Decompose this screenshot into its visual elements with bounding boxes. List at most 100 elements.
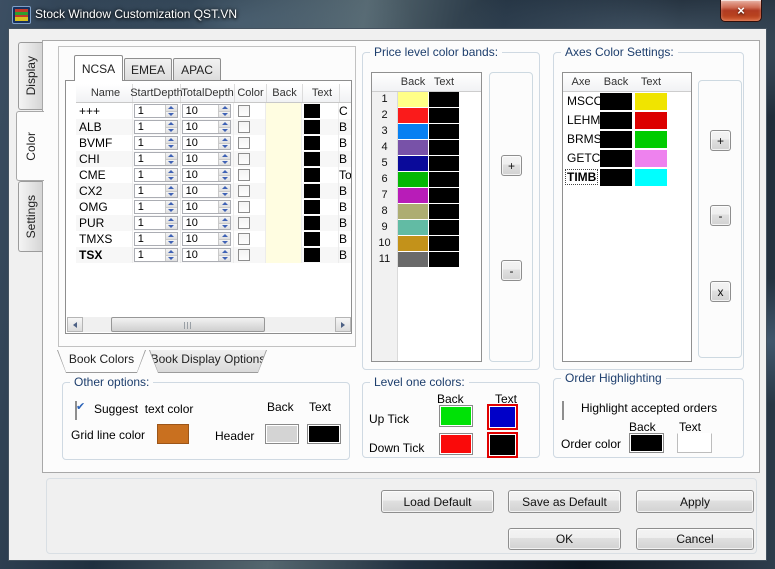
color-checkbox[interactable] bbox=[238, 217, 251, 229]
color-checkbox[interactable] bbox=[238, 185, 251, 197]
color-checkbox[interactable] bbox=[238, 201, 251, 213]
startdepth-value[interactable]: 1 bbox=[135, 105, 165, 117]
color-checkbox[interactable] bbox=[238, 153, 251, 165]
text-color-cell[interactable] bbox=[302, 103, 340, 119]
tab-book-display-options[interactable]: Book Display Options bbox=[149, 350, 267, 373]
spin-down-icon[interactable] bbox=[219, 222, 231, 229]
totaldepth-stepper[interactable]: 10 bbox=[181, 184, 232, 198]
cancel-button[interactable]: Cancel bbox=[636, 528, 754, 550]
spin-down-icon[interactable] bbox=[165, 174, 177, 181]
band-back-swatch[interactable] bbox=[398, 124, 428, 139]
band-text-swatch[interactable] bbox=[429, 204, 459, 219]
spin-down-icon[interactable] bbox=[219, 126, 231, 133]
order-back-swatch[interactable] bbox=[629, 433, 664, 453]
axe-text-swatch[interactable] bbox=[635, 131, 667, 148]
axe-name[interactable]: MSCO bbox=[566, 94, 604, 108]
totaldepth-stepper[interactable]: 10 bbox=[181, 168, 232, 182]
spin-down-icon[interactable] bbox=[219, 142, 231, 149]
axe-text-swatch[interactable] bbox=[635, 112, 667, 129]
header-back-swatch[interactable] bbox=[265, 424, 299, 444]
remove-axe-button[interactable]: - bbox=[710, 205, 731, 226]
totaldepth-stepper[interactable]: 10 bbox=[181, 216, 232, 230]
spin-down-icon[interactable] bbox=[165, 238, 177, 245]
delete-axe-button[interactable]: x bbox=[710, 281, 731, 302]
header-name[interactable]: Name bbox=[76, 84, 133, 102]
totaldepth-stepper[interactable]: 10 bbox=[181, 200, 232, 214]
totaldepth-stepper[interactable]: 10 bbox=[181, 120, 232, 134]
horizontal-scrollbar[interactable] bbox=[67, 317, 351, 332]
axe-name[interactable]: LEHM bbox=[566, 113, 601, 127]
back-color-cell[interactable] bbox=[266, 119, 303, 135]
color-checkbox[interactable] bbox=[238, 233, 251, 245]
spin-down-icon[interactable] bbox=[165, 158, 177, 165]
back-color-cell[interactable] bbox=[266, 151, 303, 167]
spin-down-icon[interactable] bbox=[165, 126, 177, 133]
startdepth-stepper[interactable]: 1 bbox=[133, 216, 178, 230]
band-back-swatch[interactable] bbox=[398, 188, 428, 203]
axe-back-swatch[interactable] bbox=[600, 112, 632, 129]
totaldepth-value[interactable]: 10 bbox=[183, 121, 219, 133]
text-color-cell[interactable] bbox=[302, 183, 340, 199]
startdepth-value[interactable]: 1 bbox=[135, 217, 165, 229]
startdepth-stepper[interactable]: 1 bbox=[133, 120, 178, 134]
totaldepth-value[interactable]: 10 bbox=[183, 249, 219, 261]
scrollbar-track[interactable] bbox=[83, 317, 335, 332]
totaldepth-value[interactable]: 10 bbox=[183, 233, 219, 245]
startdepth-value[interactable]: 1 bbox=[135, 137, 165, 149]
tab-book-colors[interactable]: Book Colors bbox=[57, 350, 146, 373]
add-band-button[interactable]: + bbox=[501, 155, 522, 176]
spin-down-icon[interactable] bbox=[165, 190, 177, 197]
text-color-cell[interactable] bbox=[302, 119, 340, 135]
totaldepth-value[interactable]: 10 bbox=[183, 105, 219, 117]
spin-down-icon[interactable] bbox=[219, 238, 231, 245]
tab-apac[interactable]: APAC bbox=[173, 58, 221, 80]
band-text-swatch[interactable] bbox=[429, 236, 459, 251]
startdepth-stepper[interactable]: 1 bbox=[133, 200, 178, 214]
band-back-swatch[interactable] bbox=[398, 252, 428, 267]
startdepth-value[interactable]: 1 bbox=[135, 185, 165, 197]
order-text-swatch[interactable] bbox=[677, 433, 712, 453]
scrollbar-thumb[interactable] bbox=[111, 317, 265, 332]
startdepth-value[interactable]: 1 bbox=[135, 201, 165, 213]
remove-band-button[interactable]: - bbox=[501, 260, 522, 281]
band-back-swatch[interactable] bbox=[398, 156, 428, 171]
spin-down-icon[interactable] bbox=[165, 110, 177, 117]
startdepth-stepper[interactable]: 1 bbox=[133, 136, 178, 150]
totaldepth-value[interactable]: 10 bbox=[183, 169, 219, 181]
ok-button[interactable]: OK bbox=[508, 528, 621, 550]
band-text-swatch[interactable] bbox=[429, 92, 459, 107]
totaldepth-value[interactable]: 10 bbox=[183, 137, 219, 149]
band-back-swatch[interactable] bbox=[398, 108, 428, 123]
grid-line-color-swatch[interactable] bbox=[157, 424, 189, 444]
startdepth-value[interactable]: 1 bbox=[135, 153, 165, 165]
add-axe-button[interactable]: + bbox=[710, 130, 731, 151]
axe-text-swatch[interactable] bbox=[635, 150, 667, 167]
totaldepth-value[interactable]: 10 bbox=[183, 201, 219, 213]
up-tick-back-swatch[interactable] bbox=[439, 405, 473, 427]
text-color-cell[interactable] bbox=[302, 215, 340, 231]
header-back[interactable]: Back bbox=[267, 84, 303, 102]
back-color-cell[interactable] bbox=[266, 103, 303, 119]
down-tick-text-swatch[interactable] bbox=[487, 432, 518, 458]
color-checkbox[interactable] bbox=[238, 249, 251, 261]
totaldepth-stepper[interactable]: 10 bbox=[181, 248, 232, 262]
totaldepth-value[interactable]: 10 bbox=[183, 185, 219, 197]
band-text-swatch[interactable] bbox=[429, 124, 459, 139]
header-totaldepth[interactable]: TotalDepth bbox=[181, 84, 235, 102]
band-text-swatch[interactable] bbox=[429, 108, 459, 123]
band-back-swatch[interactable] bbox=[398, 140, 428, 155]
spin-down-icon[interactable] bbox=[219, 110, 231, 117]
down-tick-back-swatch[interactable] bbox=[439, 433, 473, 455]
spin-down-icon[interactable] bbox=[165, 222, 177, 229]
header-startdepth[interactable]: StartDepth bbox=[130, 84, 183, 102]
startdepth-value[interactable]: 1 bbox=[135, 249, 165, 261]
band-back-swatch[interactable] bbox=[398, 236, 428, 251]
startdepth-stepper[interactable]: 1 bbox=[133, 184, 178, 198]
startdepth-value[interactable]: 1 bbox=[135, 169, 165, 181]
band-back-swatch[interactable] bbox=[398, 220, 428, 235]
band-text-swatch[interactable] bbox=[429, 252, 459, 267]
suggest-text-color-checkbox[interactable] bbox=[75, 401, 77, 420]
spin-down-icon[interactable] bbox=[219, 158, 231, 165]
back-color-cell[interactable] bbox=[266, 199, 303, 215]
band-text-swatch[interactable] bbox=[429, 140, 459, 155]
